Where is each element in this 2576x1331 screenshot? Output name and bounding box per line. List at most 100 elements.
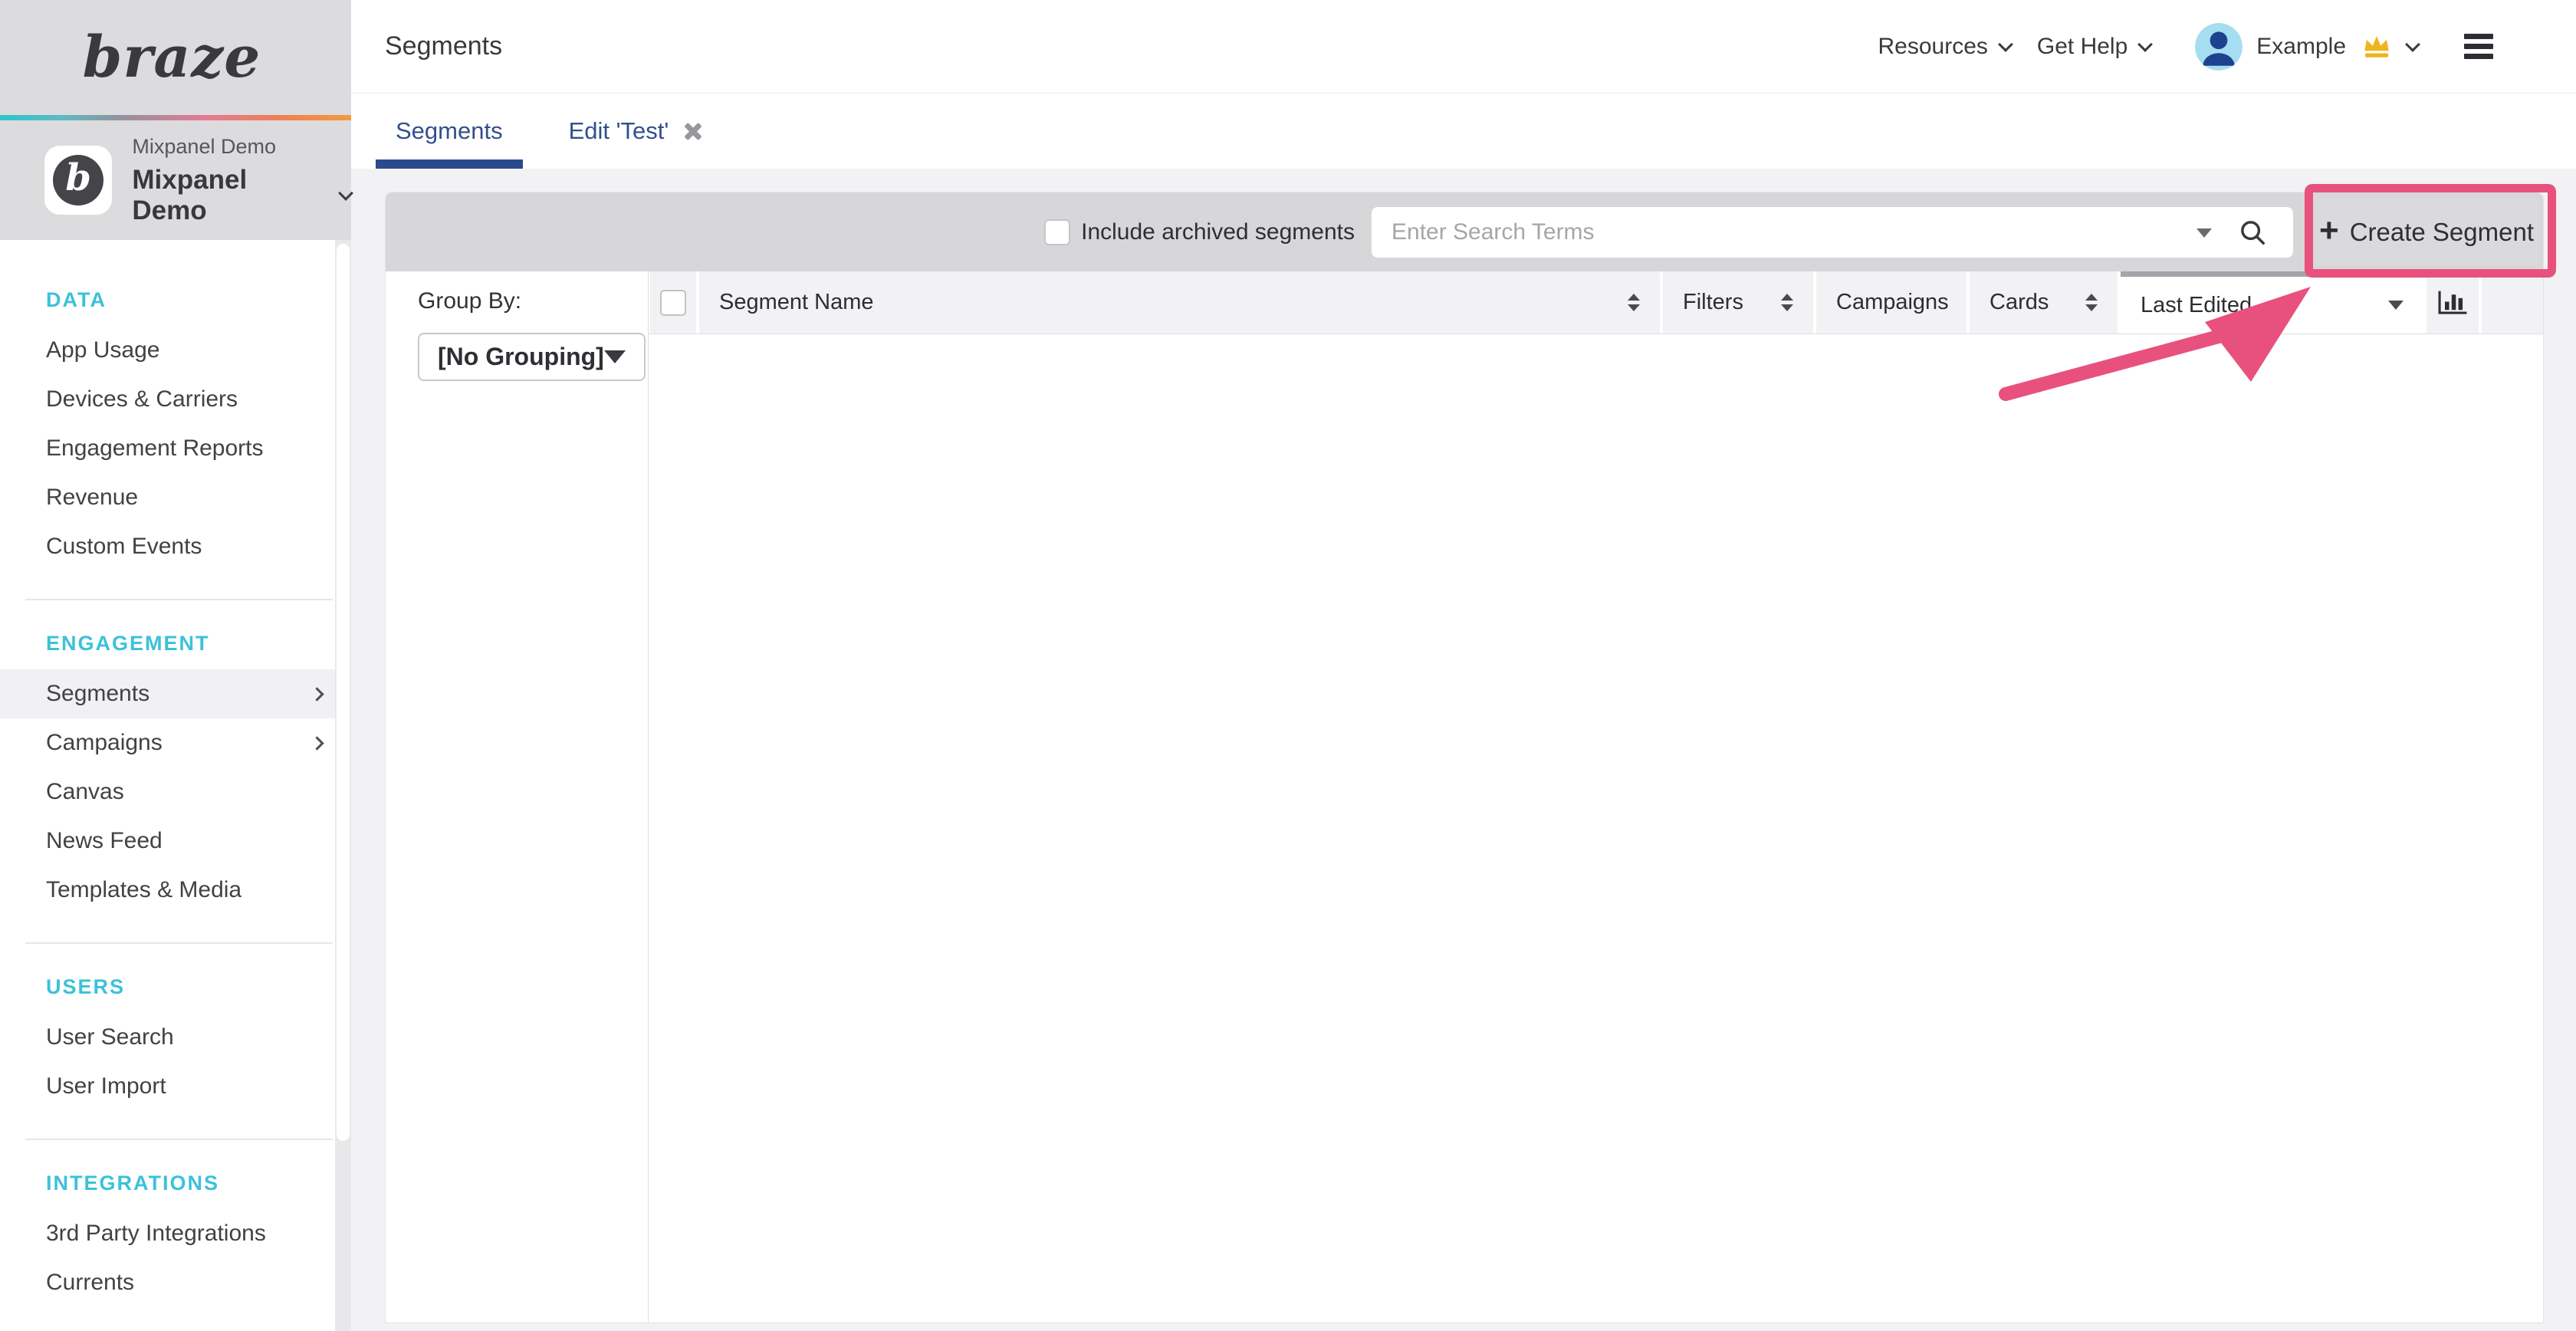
- workspace-texts: Mixpanel Demo Mixpanel Demo: [132, 135, 351, 226]
- chevron-right-icon: [310, 687, 324, 701]
- main-area: Segments Resources Get Help Example: [351, 0, 2576, 1331]
- sidebar-item-label: User Import: [46, 1073, 166, 1099]
- group-by-select[interactable]: [No Grouping]: [418, 333, 646, 381]
- sidebar-item-label: Canvas: [46, 779, 124, 805]
- column-header-filters[interactable]: Filters: [1663, 271, 1813, 334]
- sidebar-item-label: Revenue: [46, 485, 138, 511]
- dropdown-caret-icon: [604, 350, 626, 363]
- sort-icon[interactable]: [1628, 294, 1640, 311]
- dropdown-caret-icon[interactable]: [2388, 301, 2404, 310]
- sidebar-scrollbar[interactable]: [335, 240, 351, 1331]
- column-label: Last Edited: [2141, 293, 2252, 318]
- column-header-analytics[interactable]: [2426, 271, 2479, 334]
- sidebar-item-label: Campaigns: [46, 730, 163, 756]
- sidebar-item-campaigns[interactable]: Campaigns: [0, 718, 351, 767]
- nav-divider: [25, 1139, 333, 1140]
- close-icon[interactable]: [682, 120, 704, 142]
- chevron-down-icon: [338, 186, 353, 201]
- get-help-menu[interactable]: Get Help: [2037, 34, 2150, 60]
- group-by-value: [No Grouping]: [438, 343, 604, 371]
- sort-icon[interactable]: [1781, 294, 1793, 311]
- sidebar-item-segments[interactable]: Segments: [0, 669, 351, 718]
- tab-label: Segments: [396, 117, 503, 145]
- hamburger-menu-icon[interactable]: [2464, 34, 2493, 59]
- logo-area: braze: [0, 0, 351, 115]
- sidebar-item-label: Custom Events: [46, 534, 202, 560]
- sidebar-item-currents[interactable]: Currents: [0, 1258, 351, 1307]
- column-header-campaigns[interactable]: Campaigns: [1816, 271, 1967, 334]
- select-all-checkbox[interactable]: [660, 290, 686, 316]
- segments-card: Include archived segments + Create Segme…: [385, 192, 2544, 1323]
- column-label: Campaigns: [1836, 290, 1949, 315]
- search-icon[interactable]: [2238, 218, 2267, 247]
- top-bar-right: Resources Get Help Example: [1878, 23, 2493, 71]
- include-archived-label: Include archived segments: [1081, 219, 1355, 245]
- chevron-down-icon: [1998, 37, 2013, 52]
- sidebar-item-user-search[interactable]: User Search: [0, 1013, 351, 1062]
- nav-section-engagement: ENGAGEMENT: [0, 626, 351, 660]
- group-by-panel: Group By: [No Grouping]: [386, 271, 649, 1323]
- column-label: Segment Name: [719, 290, 874, 315]
- column-header-segment-name[interactable]: Segment Name: [699, 271, 1660, 334]
- resources-menu[interactable]: Resources: [1878, 34, 2010, 60]
- search-box: [1372, 207, 2293, 258]
- segments-table: Segment Name Filters Campaigns Cards: [649, 271, 2543, 1323]
- sidebar-item-label: User Search: [46, 1024, 174, 1050]
- braze-b-icon: b: [53, 155, 104, 205]
- create-segment-button[interactable]: + Create Segment: [2315, 199, 2538, 266]
- column-label: Filters: [1683, 290, 1743, 315]
- search-input[interactable]: [1372, 207, 2293, 258]
- sidebar-item-templates-media[interactable]: Templates & Media: [0, 866, 351, 915]
- sidebar-item-revenue[interactable]: Revenue: [0, 473, 351, 522]
- sidebar-nav: DATA App Usage Devices & Carriers Engage…: [0, 240, 351, 1307]
- nav-divider: [25, 942, 333, 944]
- sidebar-item-label: 3rd Party Integrations: [46, 1221, 266, 1247]
- column-header-cards[interactable]: Cards: [1970, 271, 2118, 334]
- tab-label: Edit 'Test': [569, 117, 669, 145]
- brand-gradient-bar: [0, 115, 351, 120]
- column-label: Cards: [1990, 290, 2049, 315]
- chevron-right-icon: [310, 736, 324, 750]
- sidebar-item-engagement-reports[interactable]: Engagement Reports: [0, 424, 351, 473]
- column-header-last-edited[interactable]: Last Edited: [2121, 271, 2423, 334]
- sidebar-item-label: Segments: [46, 681, 150, 707]
- nav-section-users: USERS: [0, 970, 351, 1004]
- sidebar-item-label: Templates & Media: [46, 877, 242, 903]
- get-help-label: Get Help: [2037, 34, 2128, 60]
- person-icon: [2195, 23, 2242, 71]
- search-dropdown-caret-icon[interactable]: [2196, 228, 2212, 238]
- braze-logo: braze: [83, 25, 269, 90]
- nav-section-data: DATA: [0, 283, 351, 317]
- include-archived-checkbox[interactable]: [1044, 219, 1070, 245]
- nav-divider: [25, 599, 333, 600]
- sidebar-item-news-feed[interactable]: News Feed: [0, 817, 351, 866]
- crown-icon: [2360, 34, 2394, 60]
- workspace-company-label: Mixpanel Demo: [132, 135, 351, 159]
- sidebar-item-custom-events[interactable]: Custom Events: [0, 522, 351, 571]
- create-segment-label: Create Segment: [2350, 218, 2534, 247]
- chevron-down-icon: [2405, 37, 2420, 52]
- page-title: Segments: [385, 31, 502, 61]
- sidebar-item-canvas[interactable]: Canvas: [0, 767, 351, 817]
- tab-edit-test[interactable]: Edit 'Test': [549, 94, 724, 169]
- sidebar-item-label: Devices & Carriers: [46, 386, 238, 412]
- tab-bar: Segments Edit 'Test': [351, 94, 2576, 169]
- sidebar-item-label: News Feed: [46, 828, 163, 854]
- sidebar-item-user-import[interactable]: User Import: [0, 1062, 351, 1111]
- sidebar-item-3rd-party-integrations[interactable]: 3rd Party Integrations: [0, 1209, 351, 1258]
- nav-section-integrations: INTEGRATIONS: [0, 1166, 351, 1200]
- sidebar: braze b Mixpanel Demo Mixpanel Demo DATA…: [0, 0, 351, 1331]
- sort-icon[interactable]: [2085, 294, 2098, 311]
- sidebar-item-devices-carriers[interactable]: Devices & Carriers: [0, 375, 351, 424]
- resources-label: Resources: [1878, 34, 1987, 60]
- scrollbar-thumb[interactable]: [337, 244, 350, 1141]
- top-bar: Segments Resources Get Help Example: [351, 0, 2576, 94]
- plus-icon: +: [2319, 214, 2339, 248]
- table-header-row: Segment Name Filters Campaigns Cards: [649, 271, 2543, 334]
- user-menu[interactable]: Example: [2177, 23, 2418, 71]
- tab-segments[interactable]: Segments: [376, 94, 523, 169]
- sidebar-item-label: Currents: [46, 1270, 134, 1296]
- bar-chart-icon: [2437, 288, 2468, 317]
- sidebar-item-app-usage[interactable]: App Usage: [0, 326, 351, 375]
- workspace-switcher[interactable]: b Mixpanel Demo Mixpanel Demo: [0, 120, 351, 240]
